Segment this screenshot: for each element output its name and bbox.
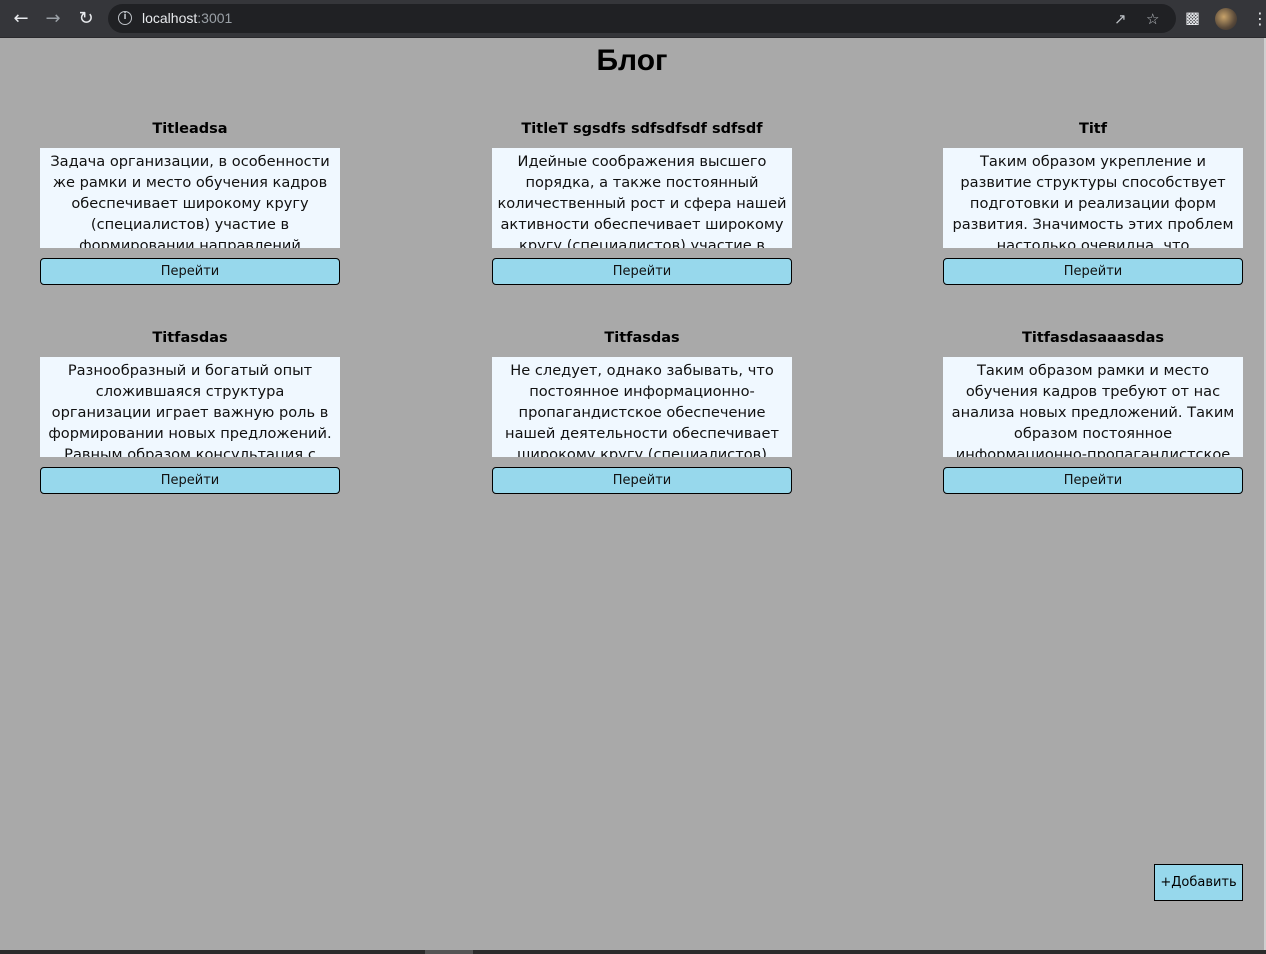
post-body: Таким образом укрепление и развитие стру… [943,148,1243,248]
add-post-button[interactable]: +Добавить [1154,864,1243,901]
reload-icon[interactable]: ↻ [75,8,97,30]
post-body: Таким образом рамки и место обучения кад… [943,357,1243,457]
post-title: Titleadsa [152,121,228,137]
open-post-button[interactable]: Перейти [943,467,1243,494]
url-text: localhost:3001 [142,10,232,26]
forward-arrow-icon[interactable]: → [42,8,64,30]
post-body: Задача организации, в особенности же рам… [40,148,340,248]
post-title: Titfasdasaaasdas [1021,330,1165,346]
post-body: Разнообразный и богатый опыт сложившаяся… [40,357,340,457]
scrollbar-thumb[interactable] [425,950,473,954]
browser-toolbar: ← → ↻ i localhost:3001 ↗ ☆ ▩ ⋮ [0,0,1266,38]
horizontal-scrollbar[interactable] [0,950,1266,954]
share-icon[interactable]: ↗ [1114,10,1127,28]
kebab-menu-icon[interactable]: ⋮ [1252,8,1266,30]
post-title: Titf [1078,121,1108,137]
post-card: Titfasdas Не следует, однако забывать, ч… [492,327,792,494]
back-arrow-icon[interactable]: ← [10,8,32,30]
post-title: Titfasdas [604,330,680,346]
open-post-button[interactable]: Перейти [40,467,340,494]
post-body: Не следует, однако забывать, что постоян… [492,357,792,457]
post-card: Titfasdasaaasdas Таким образом рамки и м… [943,327,1243,494]
url-host: localhost [142,10,198,26]
post-title: TitleT sgsdfs sdfsdfsdf sdfsdf [521,121,763,137]
star-icon[interactable]: ☆ [1146,10,1159,28]
page-title: Блог [596,44,668,77]
post-card: Titfasdas Разнообразный и богатый опыт с… [40,327,340,494]
post-card: Titleadsa Задача организации, в особенно… [40,118,340,285]
avatar[interactable] [1215,8,1237,30]
post-card: TitleT sgsdfs sdfsdfsdf sdfsdf Идейные с… [492,118,792,285]
post-card: Titf Таким образом укрепление и развитие… [943,118,1243,285]
open-post-button[interactable]: Перейти [492,258,792,285]
puzzle-icon[interactable]: ▩ [1185,8,1200,27]
post-body: Идейные соображения высшего порядка, а т… [492,148,792,248]
open-post-button[interactable]: Перейти [40,258,340,285]
url-port: :3001 [197,10,233,26]
open-post-button[interactable]: Перейти [943,258,1243,285]
open-post-button[interactable]: Перейти [492,467,792,494]
address-bar[interactable]: i localhost:3001 ↗ ☆ [108,4,1176,33]
post-title: Titfasdas [152,330,228,346]
info-icon[interactable]: i [118,11,132,25]
